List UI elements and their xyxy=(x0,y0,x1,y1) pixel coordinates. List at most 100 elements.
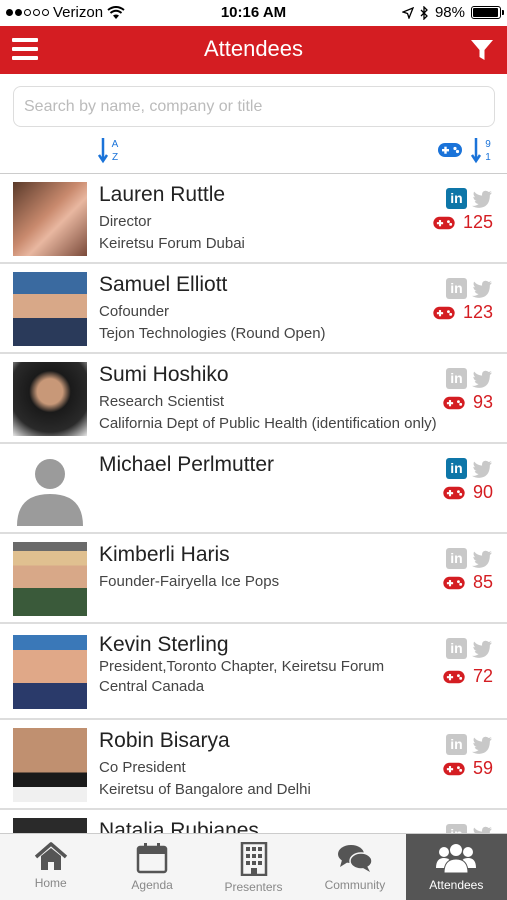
linkedin-icon[interactable]: in xyxy=(446,188,467,209)
avatar xyxy=(13,818,87,833)
attendee-row[interactable]: Sumi Hoshiko Research Scientist Californ… xyxy=(0,354,507,444)
attendee-row[interactable]: Samuel Elliott Cofounder Tejon Technolog… xyxy=(0,264,507,354)
avatar xyxy=(13,728,87,802)
people-icon xyxy=(436,843,477,874)
avatar-placeholder xyxy=(13,452,87,526)
attendee-title: Cofounder xyxy=(99,303,170,320)
twitter-icon[interactable] xyxy=(471,735,493,755)
attendee-row[interactable]: Lauren Ruttle Director Keiretsu Forum Du… xyxy=(0,174,507,264)
attendee-name: Lauren Ruttle xyxy=(99,183,226,206)
tab-community[interactable]: Community xyxy=(304,834,405,900)
tab-agenda[interactable]: Agenda xyxy=(101,834,202,900)
attendee-title: Co President xyxy=(99,759,186,776)
tab-bar: Home Agenda Presenters Community Attende… xyxy=(0,833,507,900)
avatar xyxy=(13,182,87,256)
gamepad-icon xyxy=(443,576,465,589)
home-icon xyxy=(34,842,67,870)
attendee-company: Keiretsu Forum Dubai xyxy=(99,235,245,252)
attendee-title: Founder-Fairyella Ice Pops xyxy=(99,573,280,590)
attendee-row[interactable]: Kimberli Haris Founder-Fairyella Ice Pop… xyxy=(0,534,507,624)
twitter-icon[interactable] xyxy=(471,459,493,479)
gamepad-icon[interactable] xyxy=(437,141,463,159)
twitter-icon[interactable] xyxy=(471,189,493,209)
attendee-title: Research Scientist xyxy=(99,393,225,410)
tab-home[interactable]: Home xyxy=(0,834,101,900)
person-placeholder-icon xyxy=(17,459,83,526)
attendee-company: Keiretsu of Bangalore and Delhi xyxy=(99,781,311,798)
sort-numeric-icon[interactable]: 9 1 xyxy=(471,136,495,164)
avatar xyxy=(13,635,87,709)
attendee-name: Robin Bisarya xyxy=(99,729,230,752)
app-header: Attendees xyxy=(0,26,507,74)
attendee-title: President,Toronto Chapter, Keiretsu Foru… xyxy=(99,658,385,675)
battery-icon xyxy=(471,6,504,19)
score-value: 125 xyxy=(462,212,493,232)
tab-label: Attendees xyxy=(429,878,484,892)
attendee-name: Sumi Hoshiko xyxy=(99,363,229,386)
linkedin-icon[interactable]: in xyxy=(446,458,467,479)
attendee-name: Natalia Rubianes xyxy=(99,819,259,833)
tab-label: Presenters xyxy=(224,880,283,894)
gamepad-icon xyxy=(443,486,465,499)
gamepad-icon xyxy=(443,396,465,409)
score-value: 59 xyxy=(472,758,493,778)
score-value: 90 xyxy=(472,482,493,502)
twitter-icon[interactable] xyxy=(471,549,493,569)
location-icon xyxy=(401,6,414,19)
filter-icon[interactable] xyxy=(469,37,495,63)
chat-icon xyxy=(337,845,373,872)
tab-label: Agenda xyxy=(131,878,173,892)
linkedin-icon[interactable]: in xyxy=(446,824,467,833)
attendee-name: Michael Perlmutter xyxy=(99,453,275,476)
tab-label: Community xyxy=(324,878,386,892)
linkedin-icon[interactable]: in xyxy=(446,278,467,299)
attendee-row[interactable]: Kevin Sterling President,Toronto Chapter… xyxy=(0,624,507,720)
status-bar: Verizon 10:16 AM 98% xyxy=(0,0,507,26)
avatar xyxy=(13,272,87,346)
score-value: 123 xyxy=(462,302,493,322)
calendar-icon xyxy=(136,843,168,874)
score-value: 85 xyxy=(472,572,493,592)
attendee-row[interactable]: Natalia Rubianes in xyxy=(0,810,507,833)
search-input[interactable] xyxy=(14,87,494,126)
tab-presenters[interactable]: Presenters xyxy=(203,834,304,900)
score-value: 93 xyxy=(472,392,493,412)
linkedin-icon[interactable]: in xyxy=(446,548,467,569)
sort-num-top: 9 xyxy=(485,139,491,150)
sort-alphabetical-icon[interactable]: A Z xyxy=(98,136,122,164)
attendee-company: Tejon Technologies (Round Open) xyxy=(99,325,326,342)
attendee-company: California Dept of Public Health (identi… xyxy=(99,415,437,432)
attendee-list[interactable]: Lauren Ruttle Director Keiretsu Forum Du… xyxy=(0,173,507,833)
linkedin-icon[interactable]: in xyxy=(446,734,467,755)
page-title: Attendees xyxy=(203,36,304,61)
building-icon xyxy=(240,842,267,876)
attendee-row[interactable]: Robin Bisarya Co President Keiretsu of B… xyxy=(0,720,507,810)
attendee-name: Kevin Sterling xyxy=(99,633,229,656)
gamepad-icon xyxy=(443,670,465,683)
score-value: 72 xyxy=(472,666,493,686)
sort-az-bottom: Z xyxy=(112,152,118,163)
linkedin-icon[interactable]: in xyxy=(446,368,467,389)
attendee-title: Director xyxy=(99,213,152,230)
linkedin-icon[interactable]: in xyxy=(446,638,467,659)
bluetooth-icon xyxy=(420,5,428,20)
avatar xyxy=(13,542,87,616)
search-box xyxy=(13,86,495,127)
tab-label: Home xyxy=(34,876,67,890)
gamepad-icon xyxy=(433,216,455,229)
gamepad-icon xyxy=(433,306,455,319)
attendee-row[interactable]: Michael Perlmutter in 90 xyxy=(0,444,507,534)
tab-attendees[interactable]: Attendees xyxy=(405,834,507,900)
avatar xyxy=(13,362,87,436)
twitter-icon[interactable] xyxy=(471,825,493,834)
sort-num-bottom: 1 xyxy=(485,152,491,163)
twitter-icon[interactable] xyxy=(471,279,493,299)
gamepad-icon xyxy=(443,762,465,775)
battery-percent: 98% xyxy=(434,4,465,21)
sort-az-top: A xyxy=(112,139,119,150)
attendee-name: Kimberli Haris xyxy=(99,543,230,566)
attendee-name: Samuel Elliott xyxy=(99,273,228,296)
twitter-icon[interactable] xyxy=(471,369,493,389)
attendee-company: Central Canada xyxy=(99,678,205,695)
twitter-icon[interactable] xyxy=(471,639,493,659)
